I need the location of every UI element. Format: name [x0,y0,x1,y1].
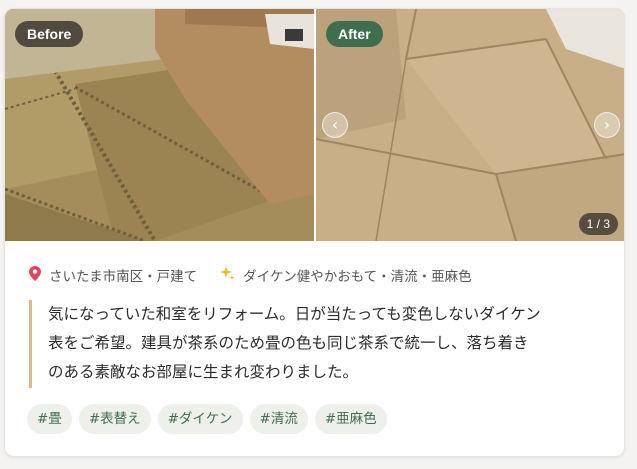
pin-icon [29,265,41,285]
description-line: 表をご希望。建具が茶系のため畳の色も同じ茶系で統一し、落ち着き [48,334,529,352]
description-line: のある素敵なお部屋に生まれ変わりました。 [48,363,359,381]
case-description: 気になっていた和室をリフォーム。日が当たっても変色しないダイケン 表をご希望。建… [29,300,609,388]
case-study-card: Before After ‹ › 1 / 3 さいたま市南区・戸建て ダイケン健… [4,8,625,457]
case-meta: さいたま市南区・戸建て ダイケン健やかおもて・清流・亜麻色 [29,265,472,285]
tag-omotegae[interactable]: #表替え [78,404,151,434]
tag-tatami[interactable]: #畳 [27,404,72,434]
product-text: ダイケン健やかおもて・清流・亜麻色 [243,269,472,285]
after-photo: After ‹ › 1 / 3 [316,9,624,241]
tag-amairo[interactable]: #亜麻色 [314,404,387,434]
description-line: 気になっていた和室をリフォーム。日が当たっても変色しないダイケン [48,305,541,323]
after-badge: After [326,21,383,47]
tag-daiken[interactable]: #ダイケン [157,404,243,434]
sparkles-icon [219,265,235,285]
photo-comparison: Before After ‹ › 1 / 3 [5,9,624,241]
before-photo: Before [5,9,314,241]
carousel-prev-button[interactable]: ‹ [322,112,348,138]
location-text: さいたま市南区・戸建て [49,269,198,285]
carousel-next-button[interactable]: › [594,112,620,138]
carousel-counter: 1 / 3 [578,213,618,235]
tag-list: #畳 #表替え #ダイケン #清流 #亜麻色 [27,404,394,434]
tag-seiryu[interactable]: #清流 [249,404,308,434]
before-badge: Before [15,21,84,47]
